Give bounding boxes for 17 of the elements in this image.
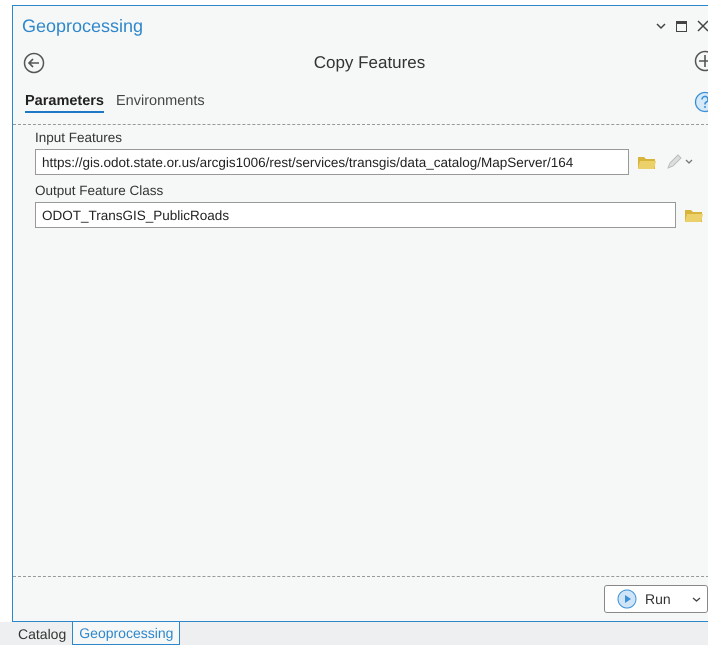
window-title: Geoprocessing [22, 16, 144, 36]
text-field[interactable]: ODOT_TransGIS_PublicRoads [35, 202, 676, 228]
close-icon[interactable] [697, 20, 708, 32]
dock-tab[interactable]: Catalog [12, 622, 72, 645]
text-field[interactable]: https://gis.odot.state.or.us/arcgis1006/rest/services/transgis/data_catalog/MapServer/164 [35, 149, 629, 175]
chevron-down-icon[interactable] [656, 22, 666, 30]
tab[interactable]: Environments [116, 91, 205, 113]
parameter-label: Output Feature Class [35, 183, 164, 198]
run-button[interactable]: Run [604, 585, 708, 613]
tab[interactable]: Parameters [25, 91, 104, 113]
parameter-label: Input Features [35, 130, 124, 145]
play-icon [617, 589, 637, 609]
dock-tab[interactable]: Geoprocessing [72, 622, 180, 645]
back-icon[interactable] [23, 52, 45, 74]
tool-title: Copy Features [312, 53, 426, 73]
caret-icon [692, 596, 701, 602]
maximize-icon[interactable] [676, 20, 687, 32]
